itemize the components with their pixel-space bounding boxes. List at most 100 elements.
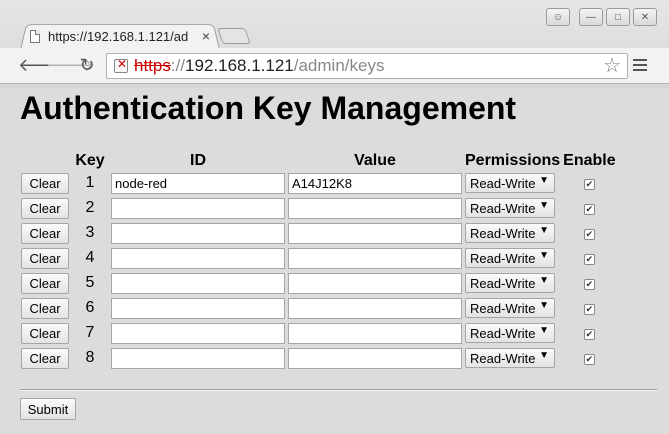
value-input[interactable] [288, 222, 462, 244]
permissions-select[interactable]: Read-Write ▼ [465, 223, 555, 243]
header-id: ID [190, 152, 206, 169]
header-permissions: Permissions [465, 152, 561, 169]
dropdown-arrow-icon: ▼ [539, 175, 549, 186]
clear-button[interactable]: Clear [21, 172, 69, 194]
clear-button[interactable]: Clear [21, 222, 69, 244]
id-input[interactable] [111, 347, 285, 369]
enable-checkbox[interactable]: ✔ [583, 329, 595, 340]
key-row: Clear 7 Read-Write ▼ ✔ [21, 322, 616, 344]
user-profile-icon[interactable]: ☺ [546, 8, 570, 26]
back-arrow-icon[interactable]: 🡐 [18, 54, 66, 76]
insecure-lock-icon[interactable] [114, 57, 128, 73]
id-input[interactable] [111, 197, 285, 219]
enable-checkbox[interactable]: ✔ [583, 254, 595, 265]
permissions-value: Read-Write [470, 325, 536, 341]
id-input[interactable] [111, 172, 285, 194]
permissions-select[interactable]: Read-Write ▼ [465, 198, 555, 218]
enable-cell: ✔ [563, 222, 615, 244]
id-input[interactable] [111, 297, 285, 319]
value-input[interactable] [288, 247, 462, 269]
clear-button[interactable]: Clear [21, 322, 69, 344]
enable-cell: ✔ [563, 197, 615, 219]
key-row: Clear 3 Read-Write ▼ ✔ [21, 222, 616, 244]
submit-button[interactable]: Submit [20, 398, 76, 420]
enable-checkbox[interactable]: ✔ [583, 204, 595, 215]
clear-cell: Clear [21, 347, 69, 369]
permissions-select[interactable]: Read-Write ▼ [465, 273, 555, 293]
enable-cell: ✔ [563, 172, 615, 194]
permissions-select[interactable]: Read-Write ▼ [465, 173, 555, 193]
value-input[interactable] [288, 172, 462, 194]
reload-icon[interactable]: ↻ [76, 54, 98, 76]
enable-checkbox[interactable]: ✔ [583, 229, 595, 240]
dropdown-arrow-icon: ▼ [539, 325, 549, 336]
permissions-select[interactable]: Read-Write ▼ [465, 298, 555, 318]
maximize-icon[interactable]: □ [606, 8, 630, 26]
value-cell [288, 197, 462, 219]
id-input[interactable] [111, 272, 285, 294]
id-cell [111, 297, 285, 319]
close-window-icon[interactable]: ✕ [633, 8, 657, 26]
permissions-value: Read-Write [470, 350, 536, 366]
id-cell [111, 247, 285, 269]
value-input[interactable] [288, 197, 462, 219]
dropdown-arrow-icon: ▼ [539, 275, 549, 286]
browser-toolbar: 🡐 🡒 ↻ https :// 192.168.1.121 /admin/key… [0, 48, 669, 84]
clear-button[interactable]: Clear [21, 272, 69, 294]
header-key: Key [75, 152, 105, 169]
clear-cell: Clear [21, 222, 69, 244]
value-cell [288, 247, 462, 269]
minimize-icon[interactable]: — [579, 8, 603, 26]
permissions-value: Read-Write [470, 175, 536, 191]
key-number: 1 [85, 174, 95, 191]
permissions-value: Read-Write [470, 200, 536, 216]
permissions-cell: Read-Write ▼ [465, 247, 560, 269]
dropdown-arrow-icon: ▼ [539, 350, 549, 361]
key-row: Clear 4 Read-Write ▼ ✔ [21, 247, 616, 269]
value-cell [288, 347, 462, 369]
enable-checkbox[interactable]: ✔ [583, 179, 595, 190]
key-row: Clear 5 Read-Write ▼ ✔ [21, 272, 616, 294]
key-row: Clear 6 Read-Write ▼ ✔ [21, 297, 616, 319]
clear-button[interactable]: Clear [21, 247, 69, 269]
permissions-cell: Read-Write ▼ [465, 322, 560, 344]
new-tab-button[interactable] [217, 28, 251, 44]
id-cell [111, 172, 285, 194]
value-cell [288, 272, 462, 294]
id-cell [111, 222, 285, 244]
id-cell [111, 272, 285, 294]
id-input[interactable] [111, 247, 285, 269]
forward-arrow-icon[interactable]: 🡒 [46, 54, 94, 76]
value-cell [288, 297, 462, 319]
value-input[interactable] [288, 272, 462, 294]
value-input[interactable] [288, 347, 462, 369]
value-cell [288, 222, 462, 244]
clear-button[interactable]: Clear [21, 297, 69, 319]
browser-tab[interactable]: https://192.168.1.121/ad × [30, 24, 220, 48]
enable-checkbox[interactable]: ✔ [583, 354, 595, 365]
value-input[interactable] [288, 297, 462, 319]
divider [20, 389, 657, 391]
key-row: Clear 1 Read-Write ▼ ✔ [21, 172, 616, 194]
clear-button[interactable]: Clear [21, 347, 69, 369]
key-row: Clear 8 Read-Write ▼ ✔ [21, 347, 616, 369]
dropdown-arrow-icon: ▼ [539, 225, 549, 236]
value-input[interactable] [288, 322, 462, 344]
clear-button[interactable]: Clear [21, 197, 69, 219]
id-input[interactable] [111, 322, 285, 344]
id-input[interactable] [111, 222, 285, 244]
enable-cell: ✔ [563, 347, 615, 369]
permissions-cell: Read-Write ▼ [465, 197, 560, 219]
bookmark-star-icon[interactable]: ☆ [603, 54, 621, 78]
enable-checkbox[interactable]: ✔ [583, 279, 595, 290]
key-number: 7 [85, 324, 95, 341]
tab-close-icon[interactable]: × [198, 28, 214, 44]
url-path: /admin/keys [293, 56, 385, 75]
permissions-select[interactable]: Read-Write ▼ [465, 248, 555, 268]
enable-checkbox[interactable]: ✔ [583, 304, 595, 315]
permissions-select[interactable]: Read-Write ▼ [465, 348, 555, 368]
menu-icon[interactable] [633, 59, 647, 74]
header-clear [21, 153, 69, 169]
permissions-select[interactable]: Read-Write ▼ [465, 323, 555, 343]
address-bar[interactable]: https :// 192.168.1.121 /admin/keys ☆ [106, 53, 628, 79]
